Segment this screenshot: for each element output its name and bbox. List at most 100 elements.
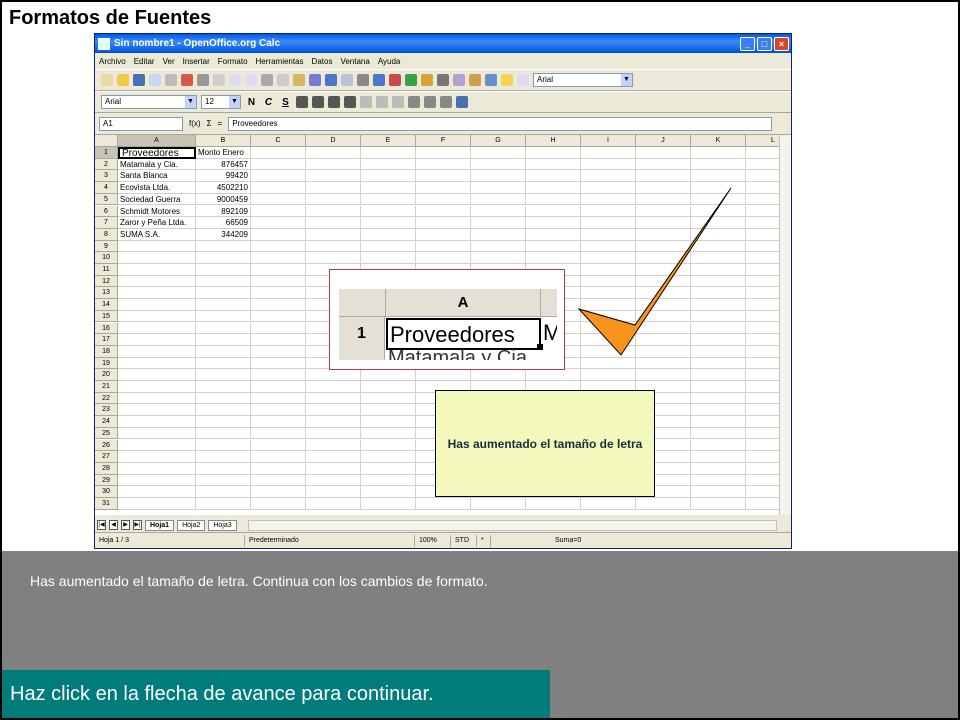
row-header-6[interactable]: 6 <box>95 205 118 218</box>
cell-e21[interactable] <box>361 381 416 393</box>
cell-c11[interactable] <box>251 264 306 276</box>
cell-d28[interactable] <box>306 462 361 475</box>
cut-icon[interactable] <box>261 74 273 86</box>
name-box[interactable]: A1 <box>99 116 183 131</box>
cell-b1[interactable]: Monto Enero <box>196 147 251 159</box>
equals-icon[interactable]: = <box>218 119 223 128</box>
cell-c1[interactable] <box>251 147 306 159</box>
row-header-5[interactable]: 5 <box>95 193 118 206</box>
row-header-29[interactable]: 29 <box>95 474 118 487</box>
cell-b27[interactable] <box>196 451 251 463</box>
justify-icon[interactable] <box>344 96 356 108</box>
cell-l13[interactable] <box>746 287 779 300</box>
cell-g2[interactable] <box>471 158 526 171</box>
cell-f31[interactable] <box>416 498 471 510</box>
row-header-17[interactable]: 17 <box>95 334 118 346</box>
cell-e24[interactable] <box>361 416 416 428</box>
cell-e7[interactable] <box>361 217 416 229</box>
cell-a16[interactable] <box>118 322 196 335</box>
cell-k29[interactable] <box>691 474 746 487</box>
cell-e20[interactable] <box>361 369 416 381</box>
gallery-icon[interactable] <box>469 74 481 86</box>
cell-j1[interactable] <box>636 147 691 159</box>
cell-f6[interactable] <box>416 205 471 218</box>
cell-l8[interactable] <box>746 229 779 241</box>
row-header-22[interactable]: 22 <box>95 392 118 405</box>
cell-d10[interactable] <box>306 252 361 264</box>
cell-b21[interactable] <box>196 381 251 393</box>
column-header-j[interactable]: J <box>636 135 691 147</box>
cell-c21[interactable] <box>251 381 306 393</box>
cell-l11[interactable] <box>746 264 779 276</box>
cell-a12[interactable] <box>118 275 196 288</box>
cell-c29[interactable] <box>251 474 306 487</box>
cell-a1[interactable]: Proveedores <box>118 147 196 159</box>
font-color-icon[interactable] <box>456 96 468 108</box>
decrease-font-icon[interactable] <box>424 96 436 108</box>
cell-a19[interactable] <box>118 357 196 370</box>
cell-l16[interactable] <box>746 323 779 335</box>
row-header-15[interactable]: 15 <box>95 310 118 323</box>
cell-c2[interactable] <box>251 158 306 171</box>
cell-k2[interactable] <box>691 158 746 171</box>
cell-b13[interactable] <box>196 287 251 300</box>
cell-c27[interactable] <box>251 451 306 463</box>
menu-editar[interactable]: Editar <box>134 57 155 66</box>
cell-k30[interactable] <box>691 486 746 498</box>
cell-l2[interactable] <box>746 159 779 171</box>
cell-b26[interactable] <box>196 439 251 452</box>
cell-b28[interactable] <box>196 462 251 475</box>
cell-i3[interactable] <box>581 170 636 183</box>
row-header-4[interactable]: 4 <box>95 182 118 194</box>
cell-c12[interactable] <box>251 275 306 288</box>
merge-cells-icon[interactable] <box>360 96 372 108</box>
cell-c6[interactable] <box>251 205 306 218</box>
menu-insertar[interactable]: Insertar <box>183 57 210 66</box>
cell-g31[interactable] <box>471 498 526 510</box>
edit-icon[interactable] <box>165 74 177 86</box>
cell-d25[interactable] <box>306 427 361 440</box>
cell-e3[interactable] <box>361 170 416 183</box>
cell-h7[interactable] <box>526 217 581 229</box>
sheet-tab-hoja2[interactable]: Hoja2 <box>177 519 206 531</box>
cell-h31[interactable] <box>526 498 581 510</box>
row-header-9[interactable]: 9 <box>95 240 118 253</box>
cell-d4[interactable] <box>306 182 361 194</box>
cell-f3[interactable] <box>416 170 471 183</box>
next-sheet-icon[interactable]: ▶ <box>121 520 130 530</box>
cell-d6[interactable] <box>306 205 361 218</box>
format-paintbrush-icon[interactable] <box>309 74 321 86</box>
cell-k28[interactable] <box>691 462 746 475</box>
column-header-e[interactable]: E <box>361 135 416 147</box>
cell-l30[interactable] <box>746 486 779 498</box>
sort-descending-icon[interactable] <box>389 74 401 86</box>
cell-j20[interactable] <box>636 369 691 381</box>
percent-icon[interactable] <box>392 96 404 108</box>
cell-e22[interactable] <box>361 392 416 405</box>
cell-a15[interactable] <box>118 310 196 323</box>
cell-c14[interactable] <box>251 299 306 311</box>
cell-e27[interactable] <box>361 451 416 463</box>
cell-d8[interactable] <box>306 228 361 241</box>
text-style-icon[interactable] <box>440 96 452 108</box>
minimize-button[interactable]: _ <box>740 36 755 51</box>
cell-l9[interactable] <box>746 241 779 253</box>
cell-b25[interactable] <box>196 427 251 440</box>
cell-d24[interactable] <box>306 416 361 428</box>
row-header-28[interactable]: 28 <box>95 462 118 475</box>
cell-l3[interactable] <box>746 170 779 183</box>
cell-b31[interactable] <box>196 498 251 510</box>
cell-g8[interactable] <box>471 228 526 241</box>
cell-g7[interactable] <box>471 217 526 229</box>
cell-g6[interactable] <box>471 205 526 218</box>
cell-b22[interactable] <box>196 392 251 405</box>
cell-d26[interactable] <box>306 439 361 452</box>
cell-c15[interactable] <box>251 310 306 323</box>
cell-h4[interactable] <box>526 182 581 194</box>
instruction-banner[interactable]: Haz click en la flecha de avance para co… <box>2 670 550 718</box>
menu-ventana[interactable]: Ventana <box>340 57 369 66</box>
cell-c16[interactable] <box>251 322 306 335</box>
italic-button[interactable]: C <box>262 97 275 108</box>
cell-c17[interactable] <box>251 334 306 346</box>
cell-f7[interactable] <box>416 217 471 229</box>
